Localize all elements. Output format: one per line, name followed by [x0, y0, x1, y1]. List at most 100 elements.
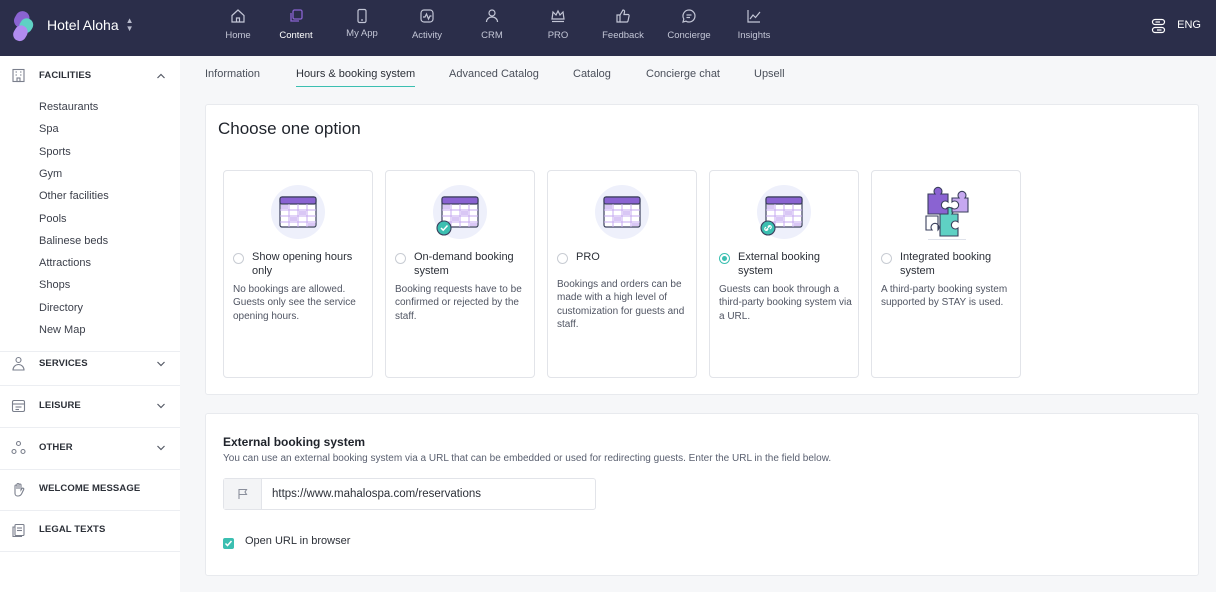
sidebar-item-attractions[interactable]: Attractions: [39, 257, 91, 269]
flag-icon: [238, 488, 248, 499]
radio-button-selected[interactable]: [719, 253, 730, 264]
home-icon: [231, 9, 245, 23]
option-title: Integrated booking system: [900, 251, 992, 277]
thumbs-up-icon: [616, 9, 630, 23]
sidebar-section-title: FACILITIES: [39, 70, 92, 81]
option-title: On-demand booking system: [414, 251, 514, 277]
url-field-prefix: [224, 479, 262, 509]
option-description: No bookings are allowed. Guests only see…: [233, 284, 356, 322]
radio-button[interactable]: [557, 253, 568, 264]
chart-icon: [747, 10, 761, 23]
option-integrated[interactable]: Integrated booking system A third-party …: [871, 170, 1021, 378]
nav-label: Feedback: [602, 30, 644, 41]
sidebar-section-welcome: WELCOME MESSAGE: [0, 470, 180, 511]
nav-label: PRO: [547, 30, 569, 41]
building-icon: [12, 68, 25, 83]
tab-hours-booking[interactable]: Hours & booking system: [296, 68, 416, 87]
option-on-demand[interactable]: On-demand booking system Booking request…: [385, 170, 535, 378]
sidebar-section-header[interactable]: OTHER: [0, 428, 180, 468]
sidebar-item-sports[interactable]: Sports: [39, 146, 71, 158]
nav-pro[interactable]: PRO: [525, 0, 591, 56]
calendar-check-illustration-icon: [432, 184, 488, 240]
option-description: Guests can book through a third-party bo…: [719, 284, 852, 322]
url-input[interactable]: [272, 486, 582, 502]
checkbox-label[interactable]: Open URL in browser: [245, 535, 350, 547]
option-description: Booking requests have to be confirmed or…: [395, 284, 522, 322]
nav-insights[interactable]: Insights: [721, 0, 787, 56]
url-field: [223, 478, 596, 510]
sidebar-item-shops[interactable]: Shops: [39, 279, 70, 291]
external-booking-card: External booking system You can use an e…: [205, 413, 1199, 576]
calendar-illustration-icon: [270, 184, 326, 240]
chevron-up-icon: [157, 73, 165, 79]
section-title: External booking system: [223, 435, 366, 449]
nav-label: Insights: [737, 30, 771, 41]
sort-icon: ▲ ▼: [125, 16, 134, 33]
nav-label: Home: [225, 30, 251, 41]
radio-button[interactable]: [233, 253, 244, 264]
sidebar-item-restaurants[interactable]: Restaurants: [39, 101, 98, 113]
content-icon: [290, 9, 303, 22]
page-title: Choose one option: [218, 119, 361, 138]
nav-label: Concierge: [667, 30, 711, 41]
open-in-browser-checkbox[interactable]: [223, 538, 234, 549]
nav-label: My App: [346, 28, 378, 39]
sidebar-item-spa[interactable]: Spa: [39, 123, 59, 135]
top-bar: Hotel Aloha ▲ ▼ Home Content My App Activ…: [0, 0, 1216, 56]
radio-button[interactable]: [881, 253, 892, 264]
tab-concierge-chat[interactable]: Concierge chat: [646, 68, 720, 86]
sidebar-item-directory[interactable]: Directory: [39, 302, 83, 314]
hotel-selector[interactable]: Hotel Aloha ▲ ▼: [47, 16, 134, 34]
option-description: A third-party booking system supported b…: [881, 284, 1008, 309]
nav-content[interactable]: Content: [263, 0, 329, 56]
nav-label: CRM: [481, 30, 503, 41]
phone-icon: [357, 8, 367, 24]
calendar-link-illustration-icon: [756, 184, 812, 240]
nav-my-app[interactable]: My App: [329, 0, 395, 56]
sidebar-item-new-map[interactable]: New Map: [39, 324, 85, 336]
sidebar-item-pools[interactable]: Pools: [39, 213, 67, 225]
sidebar-section-facilities: FACILITIES Restaurants Spa Sports Gym Ot…: [0, 56, 180, 352]
sidebar-section-header[interactable]: WELCOME MESSAGE: [0, 470, 180, 510]
sidebar-section-header[interactable]: SERVICES: [0, 344, 180, 384]
sidebar-section-title: SERVICES: [39, 358, 88, 369]
option-title: Show opening hours only: [252, 251, 353, 277]
sidebar-item-other-facilities[interactable]: Other facilities: [39, 190, 109, 202]
sidebar-section-legal: LEGAL TEXTS: [0, 511, 180, 552]
booking-options-card: Choose one option Show opening hours onl…: [205, 104, 1199, 395]
language-selector[interactable]: ENG: [1177, 19, 1201, 31]
nav-home[interactable]: Home: [205, 0, 271, 56]
sidebar-section-title: OTHER: [39, 442, 73, 453]
chevron-down-icon: [157, 403, 165, 409]
option-description: Bookings and orders can be made with a h…: [557, 279, 685, 330]
nav-crm[interactable]: CRM: [459, 0, 525, 56]
option-external[interactable]: External booking system Guests can book …: [709, 170, 859, 378]
sidebar-section-leisure: LEISURE: [0, 386, 180, 428]
activity-icon: [420, 9, 434, 23]
language-icon[interactable]: [1151, 18, 1166, 34]
crown-icon: [551, 9, 565, 23]
puzzle-illustration-icon: [925, 186, 969, 240]
chevron-down-icon: [157, 445, 165, 451]
stay-logo-icon: [13, 11, 34, 42]
nav-feedback[interactable]: Feedback: [590, 0, 656, 56]
tab-upsell[interactable]: Upsell: [754, 68, 785, 86]
sidebar-item-balinese-beds[interactable]: Balinese beds: [39, 235, 108, 247]
hand-wave-icon: [14, 482, 25, 497]
nav-concierge[interactable]: Concierge: [656, 0, 722, 56]
tab-catalog[interactable]: Catalog: [573, 68, 611, 86]
nav-label: Content: [279, 30, 313, 41]
calendar-icon: [11, 399, 26, 413]
check-icon: [224, 540, 233, 547]
nodes-icon: [11, 440, 26, 455]
sidebar-section-header[interactable]: LEISURE: [0, 386, 180, 426]
sidebar-item-gym[interactable]: Gym: [39, 168, 62, 180]
tab-information[interactable]: Information: [205, 68, 260, 86]
radio-button[interactable]: [395, 253, 406, 264]
option-opening-hours[interactable]: Show opening hours only No bookings are …: [223, 170, 373, 378]
tab-advanced-catalog[interactable]: Advanced Catalog: [449, 68, 539, 86]
sidebar-section-header[interactable]: FACILITIES: [0, 56, 180, 96]
nav-activity[interactable]: Activity: [394, 0, 460, 56]
option-pro[interactable]: PRO Bookings and orders can be made with…: [547, 170, 697, 378]
sidebar-section-header[interactable]: LEGAL TEXTS: [0, 511, 180, 551]
